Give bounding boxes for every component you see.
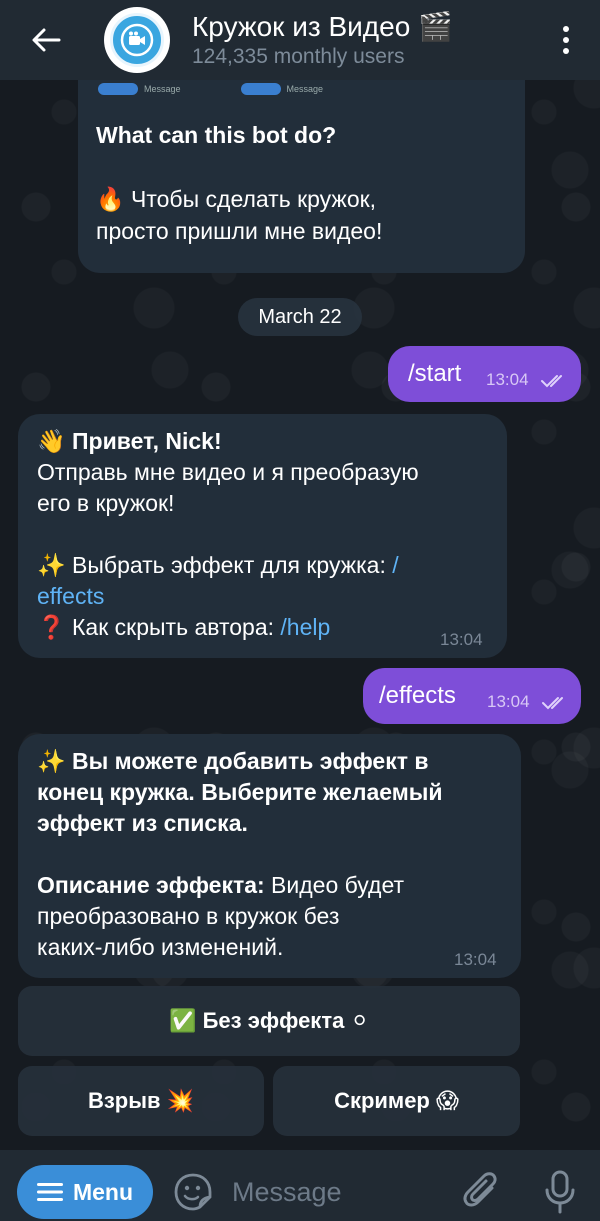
preview-menu-pill [98, 83, 138, 95]
chat-area[interactable]: Message Message What can this bot do? 🔥 … [0, 70, 600, 1150]
message-line: его в кружок! [37, 490, 175, 516]
hamburger-icon [36, 1183, 63, 1201]
bot-intro-bubble: Message Message What can this bot do? 🔥 … [78, 70, 525, 273]
microphone-icon[interactable] [544, 1170, 576, 1214]
message-line: каких-либо изменений. [37, 934, 284, 960]
paperclip-icon[interactable] [462, 1170, 502, 1214]
intro-line: просто пришли мне видео! [96, 218, 383, 244]
date-separator: March 22 [238, 298, 362, 336]
outgoing-message-effects[interactable]: /effects 13:04 [363, 668, 581, 724]
message-time: 13:04 [486, 370, 529, 389]
arrow-left-icon [32, 28, 61, 52]
double-check-icon [542, 697, 563, 710]
outgoing-message-start[interactable]: /start 13:04 [388, 346, 581, 402]
message-input[interactable] [232, 1172, 442, 1212]
effects-label: ✨ Выбрать эффект для кружка: [37, 552, 393, 578]
message-line: преобразовано в кружок без [37, 903, 340, 929]
message-line: эффект из списка. [37, 810, 248, 836]
sticker-emoji-icon[interactable] [173, 1172, 213, 1212]
effects-command-link[interactable]: effects [37, 583, 104, 609]
incoming-message-welcome[interactable]: 👋 Привет, Nick! Отправь мне видео и я пр… [18, 414, 507, 658]
greeting-text: 👋 Привет, Nick! [37, 428, 222, 454]
back-button[interactable] [18, 12, 74, 68]
intro-line: 🔥 Чтобы сделать кружок, [96, 186, 377, 212]
help-command-link[interactable]: /help [280, 614, 330, 640]
message-line: конец кружка. Выберите желаемый [37, 779, 443, 805]
no-effect-button[interactable]: ✅ Без эффекта ⚪ [18, 986, 520, 1056]
chat-header: Кружок из Видео 🎬 124,335 monthly users [0, 0, 600, 80]
intro-text: 🔥 Чтобы сделать кружок, просто пришли мн… [96, 183, 516, 247]
preview-message-text: Message [144, 84, 181, 94]
bot-menu-button[interactable]: Menu [17, 1165, 153, 1219]
more-options-button[interactable] [546, 12, 586, 68]
dot-icon [563, 26, 569, 32]
effect-description-text: Видео будет [264, 872, 405, 898]
effects-link-part[interactable]: / [392, 552, 398, 578]
chat-subtitle: 124,335 monthly users [192, 45, 405, 68]
message-line: ✨ Вы можете добавить эффект в [37, 748, 429, 774]
screamer-effect-button[interactable]: Скример 😱 [273, 1066, 520, 1136]
explosion-effect-button[interactable]: Взрыв 💥 [18, 1066, 264, 1136]
dot-icon [563, 37, 569, 43]
menu-button-label: Menu [72, 1178, 134, 1205]
chat-title: Кружок из Видео 🎬 [192, 11, 453, 42]
preview-message-text: Message [286, 84, 324, 94]
message-line: Отправь мне видео и я преобразую [37, 459, 419, 485]
message-text: /start [408, 360, 462, 387]
message-composer: Menu [0, 1150, 600, 1221]
video-camera-icon [120, 23, 154, 57]
message-text: /effects [379, 682, 456, 709]
bot-avatar[interactable] [104, 7, 170, 73]
effect-description-label: Описание эффекта: [37, 872, 265, 898]
intro-preview-image: Message Message [98, 80, 508, 98]
preview-menu-pill [240, 83, 281, 95]
help-label: ❓ Как скрыть автора: [37, 614, 281, 640]
dot-icon [563, 48, 569, 54]
message-time: 13:04 [487, 692, 530, 711]
chat-title-block[interactable]: Кружок из Видео 🎬 124,335 monthly users [192, 10, 546, 70]
double-check-icon [541, 375, 562, 388]
intro-title: What can this bot do? [96, 122, 337, 148]
message-time: 13:04 [440, 630, 483, 649]
message-time: 13:04 [454, 950, 497, 969]
incoming-message-effects-reply[interactable]: ✨ Вы можете добавить эффект в конец круж… [18, 734, 521, 978]
